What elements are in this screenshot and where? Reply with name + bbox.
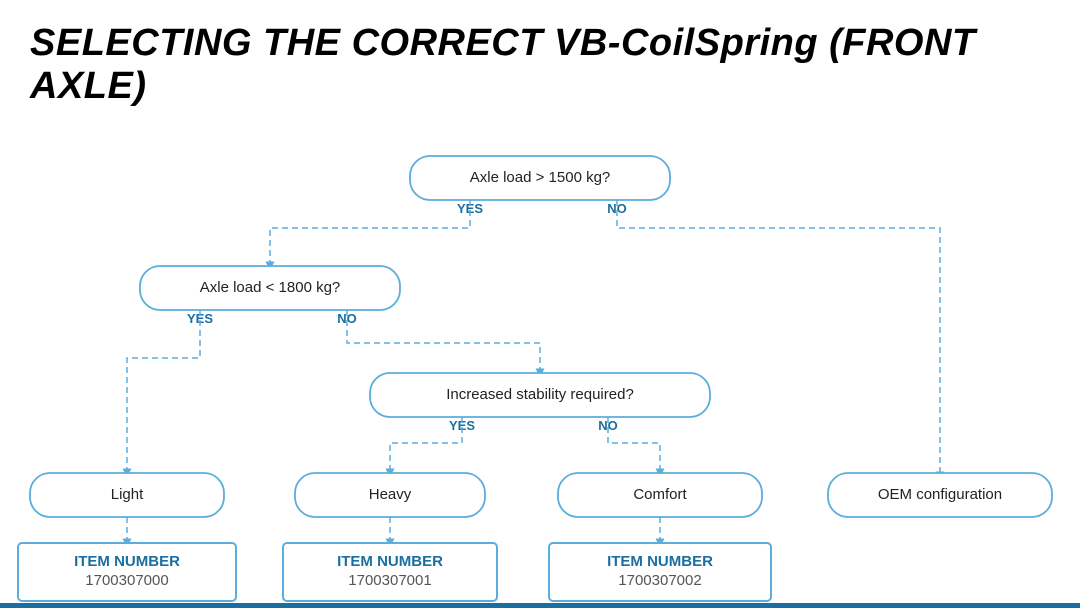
item1-value: 1700307001 <box>348 572 431 589</box>
q1-label: Axle load > 1500 kg? <box>470 169 611 186</box>
comfort-label: Comfort <box>633 486 687 503</box>
item0-value: 1700307000 <box>85 572 168 589</box>
q2-label: Axle load < 1800 kg? <box>200 279 341 296</box>
light-label: Light <box>111 486 144 503</box>
q3-label: Increased stability required? <box>446 386 634 403</box>
bottom-border <box>0 603 1080 608</box>
item1-label: ITEM NUMBER <box>337 553 443 570</box>
oem-label: OEM configuration <box>878 486 1002 503</box>
page-title: SELECTING THE CORRECT VB-CoilSpring (FRO… <box>0 0 1080 118</box>
item2-value: 1700307002 <box>618 572 701 589</box>
item0-label: ITEM NUMBER <box>74 553 180 570</box>
heavy-label: Heavy <box>369 486 412 503</box>
item2-label: ITEM NUMBER <box>607 553 713 570</box>
page: SELECTING THE CORRECT VB-CoilSpring (FRO… <box>0 0 1080 608</box>
diagram-area: Axle load > 1500 kg? YES NO Axle load < … <box>0 118 1080 608</box>
